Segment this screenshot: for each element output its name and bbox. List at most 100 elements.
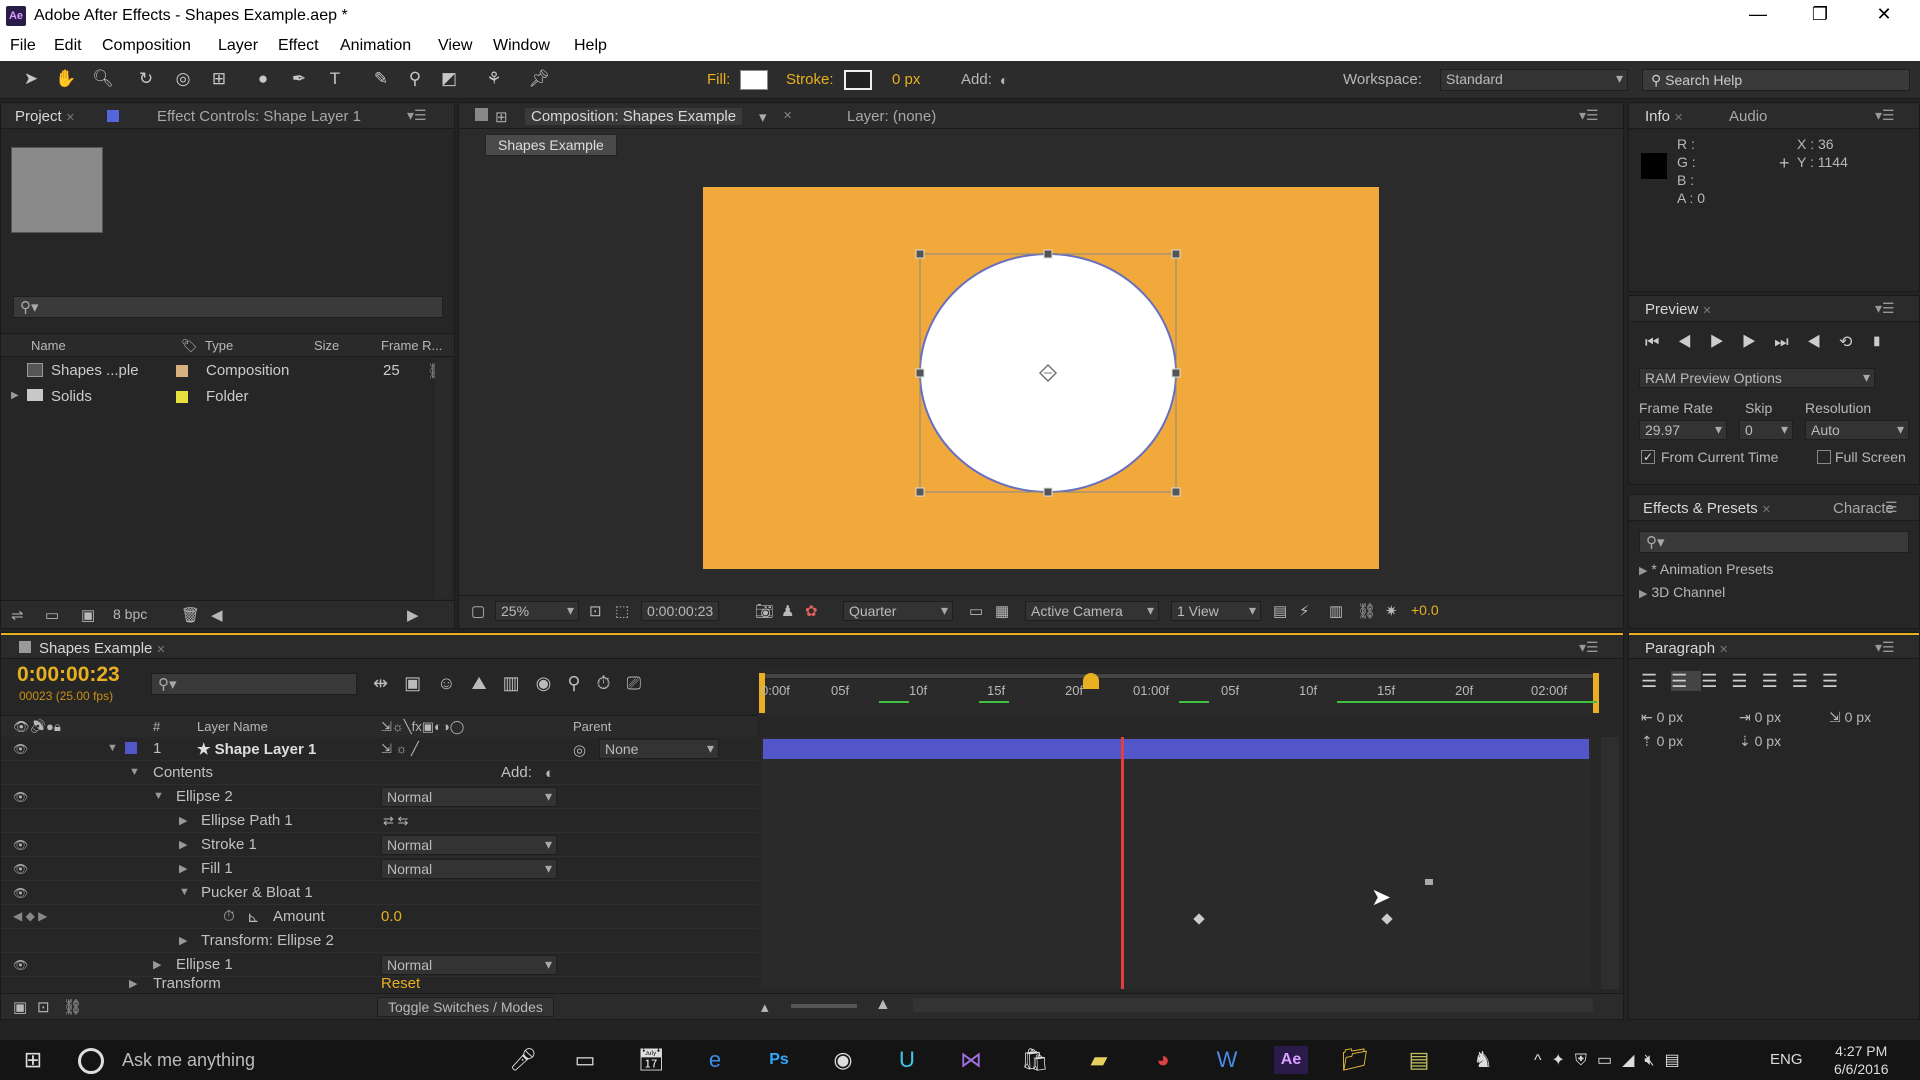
render-icon[interactable]: ⎚	[627, 673, 657, 693]
panel-menu-icon[interactable]: ▾☰	[1875, 107, 1895, 124]
ram-preview-options-dropdown[interactable]: RAM Preview Options	[1639, 368, 1875, 388]
hand-tool-icon[interactable]: ✋	[55, 68, 77, 90]
panel-menu-icon[interactable]: ▾☰	[407, 107, 427, 124]
stroke-width-value[interactable]: 0 px	[892, 71, 920, 88]
fast-previews-icon[interactable]: ⚡︎	[1299, 602, 1310, 620]
close-icon[interactable]: ✕	[1864, 4, 1904, 28]
layer-name[interactable]: ★ Shape Layer 1	[197, 740, 316, 758]
work-area-bar[interactable]	[759, 673, 1599, 679]
property-row[interactable]: 👁︎ ▼ Ellipse 2 Normal	[1, 785, 757, 809]
property-row[interactable]: ▼ Contents Add: ◐	[1, 761, 757, 785]
pen-tool-icon[interactable]: ✒	[288, 68, 310, 90]
keyframe-navigator-icon[interactable]: ◀ ◆ ▶	[13, 909, 47, 923]
skip-dropdown[interactable]: 0	[1739, 420, 1793, 440]
toggle-pixel-aspect-icon[interactable]: ▤	[1273, 602, 1287, 620]
app-icon[interactable]: ♞	[1466, 1046, 1500, 1074]
timeline-search-input[interactable]: ⚲▾	[151, 673, 357, 695]
channel-icon[interactable]: ✿	[805, 602, 818, 620]
camera-dropdown[interactable]: Active Camera	[1025, 601, 1159, 621]
brainstorm-icon[interactable]: ⚲	[567, 673, 596, 693]
windows-start-icon[interactable]: ⊞	[16, 1046, 50, 1074]
toggle-switches-modes-button[interactable]: Toggle Switches / Modes	[377, 997, 554, 1017]
collapse-triangle-icon[interactable]: ▼	[129, 766, 140, 778]
effects-search-input[interactable]: ⚲▾	[1639, 531, 1909, 553]
blend-mode-dropdown[interactable]: Normal	[381, 859, 557, 879]
close-icon[interactable]: ✕	[783, 109, 792, 122]
new-folder-icon[interactable]: ▭	[45, 606, 59, 624]
expand-triangle-icon[interactable]: ▶	[129, 977, 137, 990]
layer-switches-pane-icon[interactable]: ▣	[13, 998, 27, 1016]
layer-row[interactable]: 👁︎ ▼ 1 ★ Shape Layer 1 ⇲ ☼ ╱ ◎ None	[1, 737, 757, 761]
stopwatch-icon[interactable]: ⏱	[223, 908, 235, 925]
justify-all-icon[interactable]: ☰	[1822, 671, 1852, 691]
track-area[interactable]: ➤	[761, 737, 1591, 989]
draft-3d-icon[interactable]: ▣	[404, 673, 437, 693]
tab-composition[interactable]: Composition: Shapes Example	[525, 108, 743, 125]
fill-swatch[interactable]	[740, 70, 768, 90]
menu-layer[interactable]: Layer	[218, 37, 258, 55]
brush-tool-icon[interactable]: ✎	[370, 68, 392, 90]
comp-mini-flowchart-icon[interactable]: ⇹	[373, 673, 404, 693]
interpret-footage-icon[interactable]: ⇌	[11, 606, 24, 624]
indent-left-field[interactable]: ⇤ 0 px	[1641, 709, 1683, 726]
path-direction-icon[interactable]: ⇄ ⇆	[383, 813, 408, 829]
expand-triangle-icon[interactable]: ▶	[1639, 588, 1647, 600]
resolution-dropdown[interactable]: Quarter	[843, 601, 953, 621]
column-layer-name[interactable]: Layer Name	[197, 719, 268, 734]
tab-layer[interactable]: Layer: (none)	[847, 108, 936, 125]
full-screen-checkbox[interactable]	[1817, 450, 1831, 464]
column-frame-rate[interactable]: Frame R...	[381, 338, 442, 353]
eye-icon[interactable]: 👁︎	[13, 862, 28, 876]
photoshop-icon[interactable]: Ps	[762, 1046, 796, 1074]
graph-editor-icon[interactable]: ◉	[536, 673, 568, 693]
resolution-dropdown[interactable]: Auto	[1805, 420, 1909, 440]
chrome-icon[interactable]: ◕	[1146, 1046, 1180, 1074]
collapse-triangle-icon[interactable]: ▼	[179, 886, 190, 898]
next-frame-icon[interactable]: ▶	[1742, 334, 1774, 351]
camera-tool-icon[interactable]: ◎	[172, 68, 194, 90]
justify-right-icon[interactable]: ☰	[1792, 671, 1822, 691]
tab-audio[interactable]: Audio	[1729, 108, 1767, 125]
panel-menu-icon[interactable]: ☰	[1885, 499, 1898, 516]
keyframe-diamond[interactable]	[1193, 913, 1205, 925]
composition-breadcrumb[interactable]: Shapes Example	[485, 134, 617, 156]
blend-mode-dropdown[interactable]: Normal	[381, 955, 557, 975]
timeline-timecode[interactable]: 0:00:00:23	[17, 663, 120, 687]
property-row[interactable]: ◀ ◆ ▶ ⏱ ⊾ Amount 0.0	[1, 905, 757, 929]
eraser-tool-icon[interactable]: ◩	[438, 68, 460, 90]
align-right-icon[interactable]: ☰	[1701, 671, 1731, 691]
menu-animation[interactable]: Animation	[340, 37, 411, 55]
timeline-horizontal-scrollbar[interactable]	[913, 998, 1593, 1012]
indent-right-field[interactable]: ⇥ 0 px	[1739, 709, 1781, 726]
reset-link[interactable]: Reset	[381, 975, 420, 992]
trash-icon[interactable]: 🗑︎	[181, 606, 200, 624]
scroll-left-icon[interactable]: ◀	[211, 606, 223, 624]
lock-icon[interactable]	[475, 108, 488, 121]
loop-icon[interactable]: ⟲	[1839, 334, 1870, 351]
volume-icon[interactable]: 🔇︎	[1644, 1052, 1664, 1069]
frame-rate-dropdown[interactable]: 29.97	[1639, 420, 1727, 440]
new-composition-icon[interactable]: ▣	[81, 606, 95, 624]
add-menu-icon[interactable]: ◐	[1000, 72, 1008, 88]
tab-info[interactable]: Info ✕	[1645, 108, 1683, 125]
always-preview-icon[interactable]: ▢	[471, 602, 485, 620]
first-frame-icon[interactable]: ⏮	[1645, 334, 1677, 351]
eye-icon[interactable]: 👁︎	[13, 958, 28, 972]
puppet-pin-tool-icon[interactable]: 📌︎	[528, 68, 550, 90]
text-tool-icon[interactable]: T	[324, 68, 346, 90]
flowchart-icon[interactable]: ⛓	[1357, 602, 1376, 620]
clone-stamp-tool-icon[interactable]: ⚲	[404, 68, 426, 90]
tab-effects-presets[interactable]: Effects & Presets ✕	[1643, 500, 1771, 517]
indent-first-line-field[interactable]: ⇲ 0 px	[1829, 709, 1871, 726]
frame-blending-icon[interactable]: ⛰	[472, 673, 503, 693]
workspace-dropdown[interactable]: Standard	[1440, 69, 1628, 91]
cortana-search-box[interactable]: Ask me anything	[122, 1050, 255, 1071]
expand-triangle-icon[interactable]: ▶	[179, 934, 187, 947]
word-icon[interactable]: W	[1210, 1046, 1244, 1074]
motion-blur-icon[interactable]: ▥	[503, 673, 536, 693]
expand-triangle-icon[interactable]: ▶	[153, 958, 161, 971]
expand-triangle-icon[interactable]: ▶	[1639, 565, 1647, 577]
previous-frame-icon[interactable]: ◀	[1677, 334, 1709, 351]
unity-icon[interactable]: U	[890, 1046, 924, 1074]
tab-project[interactable]: Project ✕	[15, 108, 75, 125]
